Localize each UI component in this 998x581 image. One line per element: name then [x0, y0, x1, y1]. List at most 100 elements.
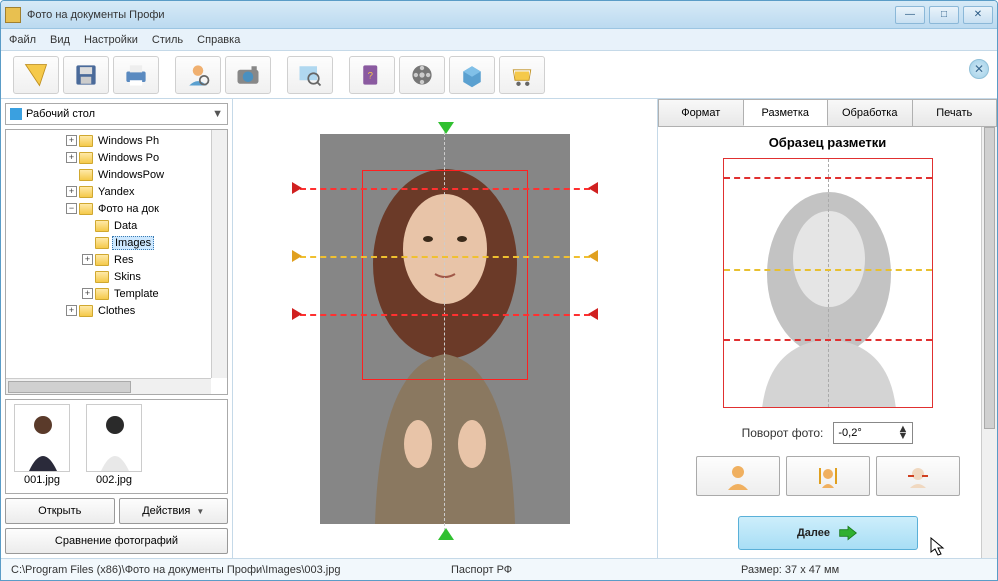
chin-guide[interactable]: [300, 314, 590, 316]
thumb-002[interactable]: 002.jpg: [82, 404, 146, 489]
tab-body: Образец разметки Поворот фото: -0,: [658, 127, 997, 558]
tree-vertical-scrollbar[interactable]: [211, 130, 227, 378]
rotation-spinner[interactable]: -0,2° ▲▼: [833, 422, 913, 444]
right-red-handle-1[interactable]: [588, 182, 598, 194]
tree-expand-icon[interactable]: +: [82, 288, 93, 299]
arrow-right-icon: [838, 525, 858, 541]
right-scrollbar[interactable]: [981, 127, 997, 558]
tab-process[interactable]: Обработка: [827, 99, 913, 126]
status-path: C:\Program Files (x86)\Фото на документы…: [11, 564, 451, 576]
folder-icon: [95, 254, 109, 266]
menubar: Файл Вид Настройки Стиль Справка: [1, 29, 997, 51]
tool-print[interactable]: [113, 56, 159, 94]
tree-label: Фото на док: [96, 203, 161, 215]
tree-expand-icon[interactable]: +: [66, 305, 77, 316]
tree-item[interactable]: +Windows Po: [6, 149, 227, 166]
tool-zoom[interactable]: [287, 56, 333, 94]
tree-label: Template: [112, 288, 161, 300]
folder-tree[interactable]: +Windows Ph+Windows PoWindowsPow+Yandex−…: [5, 129, 228, 395]
tree-item[interactable]: + Windows Ph: [6, 132, 227, 149]
close-button[interactable]: ✕: [963, 6, 993, 24]
tree-item[interactable]: Images: [6, 234, 227, 251]
folder-icon: [79, 203, 93, 215]
tree-label: WindowsPow: [96, 169, 166, 181]
tool-book[interactable]: ?: [349, 56, 395, 94]
tool-camera[interactable]: [225, 56, 271, 94]
tree-expand-icon[interactable]: +: [66, 135, 77, 146]
tree-expand-icon[interactable]: +: [82, 254, 93, 265]
tab-markup[interactable]: Разметка: [743, 99, 829, 126]
mode-height[interactable]: [786, 456, 870, 496]
tree-item[interactable]: +Yandex: [6, 183, 227, 200]
menu-file[interactable]: Файл: [9, 34, 36, 46]
tree-item[interactable]: + Template: [6, 285, 227, 302]
tool-save[interactable]: [63, 56, 109, 94]
left-panel: Рабочий стол ▼ + Windows Ph +Windows Po Win…: [1, 99, 233, 558]
crop-frame[interactable]: [362, 170, 528, 380]
tree-item[interactable]: − Фото на док: [6, 200, 227, 217]
open-button[interactable]: Открыть: [5, 498, 115, 524]
top-guide[interactable]: [300, 188, 590, 190]
minimize-button[interactable]: —: [895, 6, 925, 24]
tree-expand-icon[interactable]: −: [66, 203, 77, 214]
left-yellow-handle[interactable]: [292, 250, 302, 262]
sample-title: Образец разметки: [666, 135, 989, 150]
tree-item[interactable]: + Clothes: [6, 302, 227, 319]
tree-expand-icon[interactable]: +: [66, 152, 77, 163]
right-yellow-handle[interactable]: [588, 250, 598, 262]
mode-silhouette[interactable]: [696, 456, 780, 496]
folder-icon: [79, 152, 93, 164]
photo-canvas[interactable]: [233, 99, 657, 558]
toolbar: ? ✕: [1, 51, 997, 99]
top-handle[interactable]: [438, 122, 454, 134]
menu-settings[interactable]: Настройки: [84, 34, 138, 46]
chevron-down-icon: ▼: [212, 108, 223, 120]
tree-label: Res: [112, 254, 136, 266]
right-red-handle-2[interactable]: [588, 308, 598, 320]
actions-button[interactable]: Действия▼: [119, 498, 229, 524]
folder-icon: [79, 305, 93, 317]
mode-width[interactable]: [876, 456, 960, 496]
menu-help[interactable]: Справка: [197, 34, 240, 46]
tree-horizontal-scrollbar[interactable]: [6, 378, 211, 394]
tree-item[interactable]: Skins: [6, 268, 227, 285]
tool-reel[interactable]: [399, 56, 445, 94]
tab-print[interactable]: Печать: [912, 99, 998, 126]
titlebar: Фото на документы Профи — □ ✕: [1, 1, 997, 29]
tool-new[interactable]: [13, 56, 59, 94]
tool-profile[interactable]: [175, 56, 221, 94]
maximize-button[interactable]: □: [929, 6, 959, 24]
svg-text:?: ?: [368, 70, 373, 81]
tree-item[interactable]: WindowsPow: [6, 166, 227, 183]
tree-item[interactable]: Data: [6, 217, 227, 234]
thumb-001[interactable]: 001.jpg: [10, 404, 74, 489]
app-icon: [5, 7, 21, 23]
compare-button[interactable]: Сравнение фотографий: [5, 528, 228, 554]
tree-item[interactable]: + Res: [6, 251, 227, 268]
bottom-handle[interactable]: [438, 528, 454, 540]
tool-box[interactable]: [449, 56, 495, 94]
rotate-control: Поворот фото: -0,2° ▲▼: [666, 422, 989, 444]
tree-expand-icon[interactable]: +: [66, 186, 77, 197]
vertical-guide[interactable]: [444, 122, 445, 536]
tool-cart[interactable]: [499, 56, 545, 94]
tree-label: Clothes: [96, 305, 137, 317]
tree-label: Windows Ph: [96, 135, 161, 147]
tree-label: Skins: [112, 271, 143, 283]
menu-style[interactable]: Стиль: [152, 34, 183, 46]
thumbnail-strip: 001.jpg 002.jpg: [5, 399, 228, 494]
help-icon[interactable]: ✕: [969, 59, 989, 79]
left-red-handle-1[interactable]: [292, 182, 302, 194]
left-red-handle-2[interactable]: [292, 308, 302, 320]
menu-view[interactable]: Вид: [50, 34, 70, 46]
folder-dropdown[interactable]: Рабочий стол ▼: [5, 103, 228, 125]
status-format: Паспорт РФ: [451, 564, 741, 576]
eye-guide[interactable]: [300, 256, 590, 258]
next-button[interactable]: Далее: [738, 516, 918, 550]
tree-label: Images: [112, 236, 154, 250]
right-panel: Формат Разметка Обработка Печать Образец…: [657, 99, 997, 558]
folder-icon: [95, 288, 109, 300]
mode-buttons: [666, 456, 989, 496]
status-size: Размер: 37 x 47 мм: [741, 564, 839, 576]
tab-format[interactable]: Формат: [658, 99, 744, 126]
